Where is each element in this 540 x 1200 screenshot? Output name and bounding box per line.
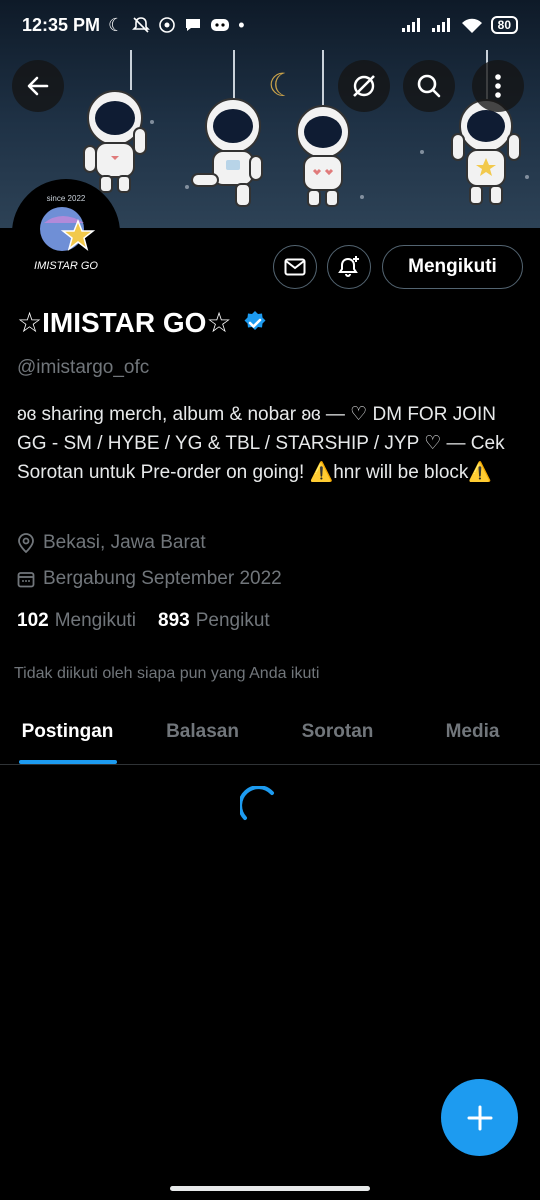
following-label: Mengikuti (54, 610, 137, 631)
calendar-icon (17, 572, 35, 588)
avatar-logo: since 2022 IMISTAR GO (16, 183, 116, 283)
notification-icons: ☾ • (108, 15, 244, 36)
back-button[interactable] (12, 60, 64, 112)
tab-label: Media (445, 721, 500, 742)
profile-name: ☆IMISTAR GO☆ (17, 307, 232, 338)
joined-text: Bergabung September 2022 (43, 568, 282, 589)
tab-sorotan[interactable]: Sorotan (270, 700, 405, 764)
message-button[interactable] (273, 245, 317, 289)
arrow-left-icon (27, 76, 49, 96)
location-pin-icon (18, 533, 34, 553)
more-options-button[interactable] (472, 60, 524, 112)
profile-location: Bekasi, Jawa Barat (17, 532, 206, 554)
signal-icon (431, 18, 450, 32)
profile-handle: @imistargo_ofc (17, 357, 150, 378)
tab-label: Balasan (166, 721, 239, 742)
astronaut-illustration (451, 99, 521, 205)
astronaut-illustration (296, 105, 350, 207)
more-vertical-icon (495, 74, 501, 98)
moon-icon: ☾ (108, 14, 125, 35)
astronaut-illustration (191, 98, 263, 207)
notification-button[interactable] (327, 245, 371, 289)
chat-icon (186, 19, 201, 31)
mutual-followers-note: Tidak diikuti oleh siapa pun yang Anda i… (14, 665, 320, 682)
status-bar: 12:35 PM ☾ • 80 (0, 0, 540, 50)
avatar-since-text: since 2022 (47, 194, 86, 203)
grok-icon (353, 75, 375, 97)
tab-postingan[interactable]: Postingan (0, 700, 135, 764)
hanging-string (130, 50, 132, 90)
whatsapp-icon (159, 17, 175, 33)
followers-label: Pengikut (195, 610, 270, 631)
home-indicator[interactable] (170, 1186, 370, 1191)
bell-plus-icon (338, 256, 359, 277)
profile-avatar[interactable]: since 2022 IMISTAR GO (12, 179, 120, 287)
profile-tabs: Postingan Balasan Sorotan Media (0, 700, 540, 765)
following-button[interactable]: Mengikuti (382, 245, 523, 289)
star-dot (150, 120, 154, 124)
verified-badge-icon[interactable] (242, 310, 268, 336)
star-dot (420, 150, 424, 154)
astronaut-illustration (83, 90, 147, 193)
hanging-string (322, 50, 324, 105)
tab-media[interactable]: Media (405, 700, 540, 764)
star-dot (360, 195, 364, 199)
tab-label: Postingan (21, 721, 114, 742)
status-time: 12:35 PM (22, 14, 101, 35)
avatar-logo-text: IMISTAR GO (34, 260, 98, 272)
mute-icon (132, 17, 151, 33)
compose-button[interactable] (441, 1079, 518, 1156)
system-indicators: 80 (401, 16, 518, 34)
dot-icon: • (238, 14, 245, 35)
following-stat[interactable]: 102 Mengikuti (17, 610, 136, 632)
profile-bio: ʚɞ sharing merch, album & nobar ʚɞ — ♡ D… (17, 404, 505, 483)
wifi-icon (461, 18, 482, 33)
plus-icon (467, 1105, 492, 1130)
discord-icon (211, 19, 230, 31)
location-text: Bekasi, Jawa Barat (43, 532, 206, 553)
loading-spinner-icon (240, 786, 274, 820)
signal-icon (401, 18, 420, 32)
profile-joined: Bergabung September 2022 (17, 568, 282, 590)
active-tab-indicator (18, 760, 117, 764)
tab-balasan[interactable]: Balasan (135, 700, 270, 764)
profile-name-row: ☆IMISTAR GO☆ (17, 306, 268, 339)
followers-stat[interactable]: 893 Pengikut (158, 610, 270, 632)
profile-stats: 102 Mengikuti 893 Pengikut (17, 610, 270, 632)
search-button[interactable] (403, 60, 455, 112)
battery-indicator: 80 (490, 16, 518, 34)
following-count: 102 (17, 610, 49, 631)
tab-label: Sorotan (301, 721, 374, 742)
envelope-icon (284, 258, 306, 276)
star-dot (525, 175, 529, 179)
grok-button[interactable] (338, 60, 390, 112)
followers-count: 893 (158, 610, 190, 631)
search-icon (417, 74, 441, 98)
